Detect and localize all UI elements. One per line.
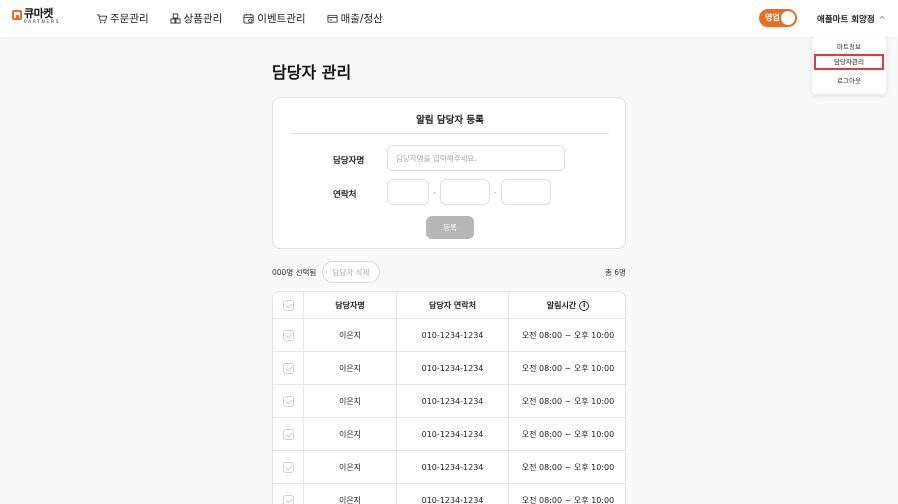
phone-input-1[interactable] — [387, 179, 429, 205]
toggle-knob — [781, 11, 795, 25]
manager-name: 이은지 — [304, 418, 397, 451]
manager-phone: 010-1234-1234 — [397, 484, 509, 504]
table-row: 이은지 010-1234-1234 오전 08:00 ~ 오후 10:00 — [273, 319, 625, 352]
divider — [291, 133, 609, 134]
alert-time: 오전 08:00 ~ 오후 10:00 — [521, 331, 615, 340]
manager-name: 이은지 — [304, 451, 397, 484]
nav-item-sales[interactable]: 매출/정산 — [327, 11, 383, 26]
register-button[interactable]: 등록 — [426, 216, 474, 239]
menu-item-mart-info[interactable]: 마트정보 — [812, 41, 886, 51]
manager-phone: 010-1234-1234 — [397, 319, 509, 352]
manager-name: 이은지 — [304, 352, 397, 385]
wallet-icon — [327, 13, 338, 24]
manager-phone: 010-1234-1234 — [397, 352, 509, 385]
alert-time: 오전 08:00 ~ 오후 10:00 — [521, 430, 615, 439]
register-card: 알림 담당자 등록 담당자명 연락처 - - 등록 — [272, 97, 626, 249]
page-title: 담당자 관리 — [272, 63, 352, 82]
row-checkbox[interactable] — [282, 462, 294, 473]
toggle-label: 영업 — [765, 13, 780, 22]
row-checkbox[interactable] — [282, 396, 294, 407]
table-row: 이은지 010-1234-1234 오전 08:00 ~ 오후 10:00 — [273, 352, 625, 385]
table-row: 이은지 010-1234-1234 오전 08:00 ~ 오후 10:00 — [273, 385, 625, 418]
name-label: 담당자명 — [333, 156, 365, 166]
name-input[interactable] — [387, 145, 565, 171]
store-name: 애플마트 회양점 — [817, 15, 875, 25]
alert-time: 오전 08:00 ~ 오후 10:00 — [521, 463, 615, 472]
phone-label: 연락처 — [333, 190, 357, 200]
table-header-row: 담당자명 담당자 연락처 알림시간 i — [273, 292, 625, 319]
table-row: 이은지 010-1234-1234 오전 08:00 ~ 오후 10:00 — [273, 484, 625, 504]
top-header: 큐마켓 PARTNERS 주문관리 상품관리 이벤트관리 매출/정산 영업 애플… — [0, 0, 898, 37]
nav-item-products[interactable]: 상품관리 — [170, 11, 223, 26]
phone-input-3[interactable] — [501, 179, 551, 205]
alert-time: 오전 08:00 ~ 오후 10:00 — [521, 397, 615, 406]
row-checkbox[interactable] — [282, 363, 294, 374]
nav-item-label: 이벤트관리 — [257, 13, 306, 25]
alert-time: 오전 08:00 ~ 오후 10:00 — [521, 496, 615, 504]
store-menu-button[interactable]: 애플마트 회양점 ^ — [817, 13, 886, 26]
column-header-time-label: 알림시간 — [546, 301, 577, 310]
phone-dash: - — [433, 188, 436, 197]
cart-icon — [96, 13, 107, 24]
delete-manager-button[interactable]: 담당자 삭제 — [322, 261, 380, 283]
manager-name: 이은지 — [304, 484, 397, 504]
manager-phone: 010-1234-1234 — [397, 385, 509, 418]
total-count: 총 6명 — [605, 268, 626, 277]
row-checkbox[interactable] — [282, 429, 294, 440]
select-all-checkbox[interactable] — [282, 300, 294, 311]
nav-item-orders[interactable]: 주문관리 — [96, 11, 149, 26]
column-header-time: 알림시간 i — [509, 292, 625, 319]
manager-name: 이은지 — [304, 385, 397, 418]
row-checkbox[interactable] — [282, 495, 294, 504]
manager-table: 담당자명 담당자 연락처 알림시간 i 이은지 010-1234-1234 오전… — [272, 291, 626, 504]
boxes-icon — [170, 13, 181, 24]
manager-phone: 010-1234-1234 — [397, 451, 509, 484]
column-header-phone: 담당자 연락처 — [397, 292, 509, 319]
logo-subtext: PARTNERS — [24, 20, 61, 25]
info-icon[interactable]: i — [579, 300, 590, 311]
chevron-up-icon: ^ — [878, 14, 886, 24]
nav-item-label: 주문관리 — [110, 13, 149, 25]
nav-item-label: 상품관리 — [183, 13, 223, 25]
selected-count: 000명 선택됨 — [272, 268, 317, 277]
store-dropdown-menu: 마트정보 담당자관리 로그아웃 — [812, 37, 886, 94]
table-row: 이은지 010-1234-1234 오전 08:00 ~ 오후 10:00 — [273, 418, 625, 451]
nav-item-events[interactable]: 이벤트관리 — [243, 11, 306, 26]
logo-mark-icon — [12, 10, 22, 20]
logo[interactable]: 큐마켓 PARTNERS — [12, 8, 60, 26]
register-title: 알림 담당자 등록 — [416, 115, 484, 126]
nav-item-label: 매출/정산 — [340, 13, 383, 25]
alert-time: 오전 08:00 ~ 오후 10:00 — [521, 364, 615, 373]
open-status-toggle[interactable]: 영업 — [759, 9, 797, 27]
menu-item-manager[interactable]: 담당자관리 — [814, 54, 884, 70]
menu-item-logout[interactable]: 로그아웃 — [812, 75, 886, 85]
manager-name: 이은지 — [304, 319, 397, 352]
table-row: 이은지 010-1234-1234 오전 08:00 ~ 오후 10:00 — [273, 451, 625, 484]
calendar-icon — [243, 13, 254, 24]
logo-text: 큐마켓 — [24, 7, 53, 20]
phone-dash: - — [494, 188, 497, 197]
manager-phone: 010-1234-1234 — [397, 418, 509, 451]
main-nav: 주문관리 상품관리 이벤트관리 매출/정산 — [96, 11, 404, 26]
row-checkbox[interactable] — [282, 330, 294, 341]
column-header-name: 담당자명 — [304, 292, 397, 319]
phone-input-2[interactable] — [440, 179, 490, 205]
